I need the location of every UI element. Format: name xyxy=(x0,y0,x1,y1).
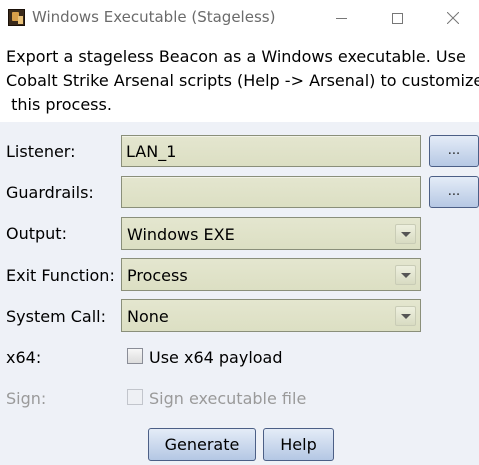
x64-checkbox-label[interactable]: Use x64 payload xyxy=(149,348,283,367)
output-value: Windows EXE xyxy=(127,225,235,244)
sign-checkbox xyxy=(127,389,143,405)
dialog-description: Export a stageless Beacon as a Windows e… xyxy=(0,36,479,122)
system-call-value: None xyxy=(127,307,169,326)
maximize-button[interactable] xyxy=(374,0,420,36)
system-call-label: System Call: xyxy=(6,307,107,326)
output-select[interactable]: Windows EXE xyxy=(121,217,421,250)
title-bar: Windows Executable (Stageless) xyxy=(0,0,479,36)
exit-function-select[interactable]: Process xyxy=(121,258,421,291)
description-line: Cobalt Strike Arsenal scripts (Help -> A… xyxy=(6,71,479,90)
system-call-select[interactable]: None xyxy=(121,299,421,332)
listener-label: Listener: xyxy=(6,142,76,161)
minimize-button[interactable] xyxy=(318,0,364,36)
sign-label: Sign: xyxy=(6,389,47,408)
maximize-icon xyxy=(391,12,403,24)
chevron-down-icon[interactable] xyxy=(395,224,416,244)
sign-checkbox-label: Sign executable file xyxy=(149,389,307,408)
close-icon xyxy=(447,12,459,24)
guardrails-label: Guardrails: xyxy=(6,183,94,202)
x64-checkbox[interactable] xyxy=(127,348,143,364)
description-line: Export a stageless Beacon as a Windows e… xyxy=(6,47,466,66)
chevron-down-icon[interactable] xyxy=(395,306,416,326)
x64-label: x64: xyxy=(6,348,42,367)
exit-function-label: Exit Function: xyxy=(6,266,115,285)
window-title: Windows Executable (Stageless) xyxy=(32,8,276,26)
form-panel: Listener: LAN_1 ... Guardrails: ... Outp… xyxy=(0,122,479,465)
minimize-icon xyxy=(335,17,347,19)
listener-browse-button[interactable]: ... xyxy=(429,135,479,167)
listener-field[interactable]: LAN_1 xyxy=(121,135,421,167)
help-button[interactable]: Help xyxy=(263,428,334,461)
guardrails-browse-button[interactable]: ... xyxy=(429,176,479,208)
exit-function-value: Process xyxy=(127,266,188,285)
close-button[interactable] xyxy=(430,0,476,36)
output-label: Output: xyxy=(6,224,67,243)
generate-button[interactable]: Generate xyxy=(148,428,256,461)
description-line: this process. xyxy=(6,95,112,114)
chevron-down-icon[interactable] xyxy=(395,265,416,285)
cobalt-strike-app-icon xyxy=(8,9,25,26)
guardrails-field[interactable] xyxy=(121,176,421,208)
